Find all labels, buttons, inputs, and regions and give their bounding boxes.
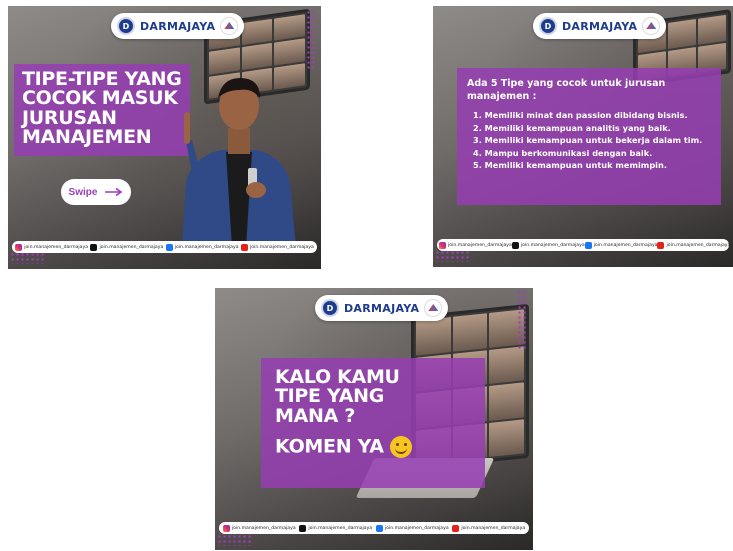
- darmajaya-logo: D DARMAJAYA: [533, 13, 667, 39]
- question-panel: KALO KAMU TIPE YANG MANA ? KOMEN YA: [261, 358, 485, 488]
- social-handle[interactable]: join.manajemen_darmajaya: [511, 241, 585, 249]
- swipe-label: Swipe: [68, 186, 98, 198]
- dot-pattern: [435, 250, 469, 262]
- accreditation-badge-icon: [642, 17, 661, 35]
- university-seal-icon: D: [117, 17, 135, 35]
- accreditation-badge-icon: [424, 299, 443, 317]
- dot-pattern: [217, 534, 251, 546]
- intro-line: manajemen :: [467, 90, 537, 102]
- post-card-1: D DARMAJAYA TIPE-TIPE YANG COCOK MASUK J…: [8, 6, 321, 269]
- list-item: 2. Memiliki kemampuan analitis yang baik…: [473, 122, 671, 133]
- instagram-icon: [222, 524, 230, 532]
- tiktok-icon: [299, 524, 307, 532]
- social-handle[interactable]: join.manajemen_darmajaya: [584, 241, 657, 249]
- instagram-icon: [15, 243, 23, 251]
- social-handle[interactable]: join.manajemen_darmajaya: [375, 524, 449, 532]
- post-card-3: D DARMAJAYA KALO KAMU TIPE YANG MANA ? K…: [215, 288, 533, 550]
- headline-panel: TIPE-TIPE YANG COCOK MASUK JURUSAN MANAJ…: [14, 64, 190, 156]
- smiley-icon: [389, 436, 412, 459]
- instagram-icon: [439, 241, 446, 249]
- social-handle[interactable]: join.manajemen_darmajaya: [439, 241, 512, 249]
- list-item: 5. Memiliki kemampuan untuk memimpin.: [473, 160, 667, 170]
- dot-pattern: [306, 10, 316, 70]
- social-handle[interactable]: join.manajemen_darmajaya: [657, 241, 730, 249]
- list-item: 4. Mampu berkomunikasi dengan baik.: [473, 147, 653, 158]
- social-handle[interactable]: join.manajemen_darmajaya: [90, 243, 163, 251]
- question-line: MANA ?: [275, 404, 356, 427]
- facebook-icon: [584, 241, 592, 249]
- presenter-person-image: [182, 78, 296, 248]
- intro-line: Ada 5 Tipe yang cocok untuk jurusan: [467, 78, 666, 89]
- swipe-button[interactable]: Swipe: [61, 179, 131, 205]
- brand-name: DARMAJAYA: [140, 19, 216, 33]
- arrow-right-icon: [105, 188, 123, 196]
- youtube-icon: [657, 241, 665, 249]
- facebook-icon: [375, 524, 383, 532]
- headline-line: MANAJEMEN: [22, 126, 152, 149]
- social-footer: join.manajemen_darmajaya join.manajemen_…: [437, 239, 730, 251]
- tiktok-icon: [511, 241, 519, 249]
- content-panel: Ada 5 Tipe yang cocok untuk jurusan mana…: [457, 68, 721, 205]
- social-handle[interactable]: join.manajemen_darmajaya: [222, 524, 296, 532]
- darmajaya-logo: D DARMAJAYA: [111, 13, 245, 39]
- post-card-2: D DARMAJAYA Ada 5 Tipe yang cocok untuk …: [433, 6, 733, 267]
- social-handle[interactable]: join.manajemen_darmajaya: [15, 243, 88, 251]
- darmajaya-logo: D DARMAJAYA: [315, 295, 449, 321]
- youtube-icon: [240, 243, 248, 251]
- accreditation-badge-icon: [220, 17, 239, 35]
- cta-text: KOMEN YA: [275, 435, 384, 458]
- types-list: 1. Memiliki minat dan passion dibidang b…: [467, 109, 711, 172]
- youtube-icon: [452, 524, 460, 532]
- social-handle[interactable]: join.manajemen_darmajaya: [452, 524, 525, 532]
- brand-name: DARMAJAYA: [562, 19, 638, 33]
- dot-pattern: [517, 290, 527, 350]
- social-handle[interactable]: join.manajemen_darmajaya: [165, 243, 239, 251]
- social-footer: join.manajemen_darmajaya join.manajemen_…: [12, 241, 317, 253]
- dot-pattern: [10, 252, 44, 264]
- social-handle[interactable]: join.manajemen_darmajaya: [299, 524, 372, 532]
- university-seal-icon: D: [321, 299, 339, 317]
- list-item: 1. Memiliki minat dan passion dibidang b…: [473, 110, 688, 120]
- list-item: 3. Memiliki kemampuan untuk bekerja dala…: [473, 135, 703, 145]
- university-seal-icon: D: [539, 17, 557, 35]
- tiktok-icon: [90, 243, 98, 251]
- social-footer: join.manajemen_darmajaya join.manajemen_…: [219, 522, 529, 534]
- facebook-icon: [165, 243, 173, 251]
- social-handle[interactable]: join.manajemen_darmajaya: [240, 243, 314, 251]
- brand-name: DARMAJAYA: [344, 301, 420, 315]
